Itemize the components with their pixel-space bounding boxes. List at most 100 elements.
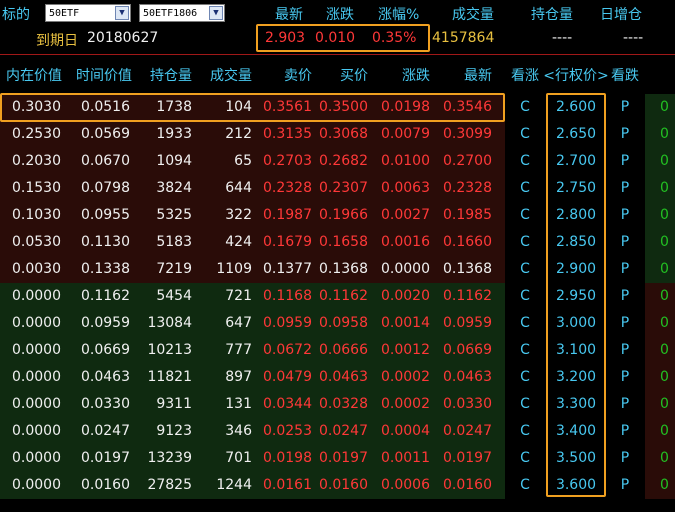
put-side-value: 0 [660,423,669,439]
daily-oi-change-header: 日增仓 [600,7,642,23]
call-marker[interactable]: C [507,472,543,499]
call-marker[interactable]: C [507,256,543,283]
put-side-value: 0 [660,261,669,277]
bid-cell: 0.1966 [319,207,368,223]
call-marker[interactable]: C [507,148,543,175]
call-marker[interactable]: C [507,364,543,391]
volume-cell: 1109 [216,261,252,277]
intrinsic-value-cell: 0.0030 [12,261,61,277]
change-cell: 0.0079 [381,126,430,142]
put-marker[interactable]: P [607,202,643,229]
call-marker[interactable]: C [507,94,543,121]
time-value-cell: 0.0669 [81,342,130,358]
time-value-cell: 0.0463 [81,369,130,385]
call-marker[interactable]: C [507,229,543,256]
put-marker[interactable]: P [607,418,643,445]
call-marker[interactable]: C [507,418,543,445]
call-marker[interactable]: C [507,310,543,337]
col-header-intrinsic[interactable]: 内在价值 [0,66,70,86]
put-marker[interactable]: P [607,310,643,337]
volume-cell: 1244 [216,477,252,493]
put-marker[interactable]: P [607,391,643,418]
change-pct-value: 0.35% [372,30,417,46]
put-side-value: 0 [660,153,669,169]
col-header-bid[interactable]: 买价 [318,66,368,86]
col-header-open-interest[interactable]: 持仓量 [140,66,192,86]
put-side-value: 0 [660,396,669,412]
open-interest-cell: 11821 [147,369,192,385]
ask-cell: 0.0344 [263,396,312,412]
change-cell: 0.0006 [381,477,430,493]
underlying-label: 标的 [2,7,30,23]
ask-cell: 0.0198 [263,450,312,466]
put-marker[interactable]: P [607,148,643,175]
col-header-volume[interactable]: 成交量 [200,66,252,86]
put-marker[interactable]: P [607,364,643,391]
latest-cell: 0.0463 [443,369,492,385]
col-header-time-value[interactable]: 时间价值 [68,66,132,86]
contract-select-value: 50ETF1806 [143,8,198,19]
latest-cell: 0.1985 [443,207,492,223]
col-header-change[interactable]: 涨跌 [380,66,430,86]
put-side-value: 0 [660,234,669,250]
call-marker[interactable]: C [507,391,543,418]
bid-cell: 0.1162 [319,288,368,304]
open-interest-cell: 9123 [156,423,192,439]
latest-cell: 0.1162 [443,288,492,304]
call-marker[interactable]: C [507,202,543,229]
chevron-down-icon[interactable]: ▼ [209,6,223,20]
change-cell: 0.0063 [381,180,430,196]
time-value-cell: 0.0959 [81,315,130,331]
call-marker[interactable]: C [507,121,543,148]
latest-cell: 0.0669 [443,342,492,358]
contract-select[interactable]: 50ETF1806 ▼ [139,4,225,22]
col-header-call[interactable]: 看涨 [507,66,543,86]
ask-cell: 0.0672 [263,342,312,358]
put-marker[interactable]: P [607,337,643,364]
chevron-down-icon[interactable]: ▼ [115,6,129,20]
put-marker[interactable]: P [607,94,643,121]
bid-cell: 0.2682 [319,153,368,169]
volume-cell: 644 [225,180,252,196]
call-marker[interactable]: C [507,175,543,202]
intrinsic-value-cell: 0.0000 [12,423,61,439]
open-interest-cell: 5325 [156,207,192,223]
volume-cell: 322 [225,207,252,223]
bid-cell: 0.3068 [319,126,368,142]
underlying-select[interactable]: 50ETF ▼ [45,4,131,22]
divider [0,54,675,55]
time-value-cell: 0.1130 [81,234,130,250]
ask-cell: 0.3135 [263,126,312,142]
put-marker[interactable]: P [607,256,643,283]
intrinsic-value-cell: 0.2030 [12,153,61,169]
volume-cell: 346 [225,423,252,439]
open-interest-cell: 1094 [156,153,192,169]
time-value-cell: 0.0197 [81,450,130,466]
latest-value: 2.903 [265,30,306,46]
put-marker[interactable]: P [607,472,643,499]
col-header-strike[interactable]: <行权价> [543,66,609,86]
latest-cell: 0.2700 [443,153,492,169]
volume-cell: 212 [225,126,252,142]
put-marker[interactable]: P [607,229,643,256]
call-marker[interactable]: C [507,445,543,472]
bid-cell: 0.0247 [319,423,368,439]
put-marker[interactable]: P [607,283,643,310]
open-interest-header: 持仓量 [531,7,573,23]
call-marker[interactable]: C [507,283,543,310]
change-header: 涨跌 [326,7,354,23]
col-header-latest[interactable]: 最新 [440,66,492,86]
put-marker[interactable]: P [607,175,643,202]
col-header-put[interactable]: 看跌 [607,66,643,86]
intrinsic-value-cell: 0.0000 [12,450,61,466]
latest-cell: 0.0160 [443,477,492,493]
intrinsic-value-cell: 0.1030 [12,207,61,223]
col-header-ask[interactable]: 卖价 [262,66,312,86]
ask-cell: 0.2328 [263,180,312,196]
call-marker[interactable]: C [507,337,543,364]
time-value-cell: 0.0798 [81,180,130,196]
put-marker[interactable]: P [607,121,643,148]
open-interest-cell: 5183 [156,234,192,250]
ask-cell: 0.1987 [263,207,312,223]
put-marker[interactable]: P [607,445,643,472]
